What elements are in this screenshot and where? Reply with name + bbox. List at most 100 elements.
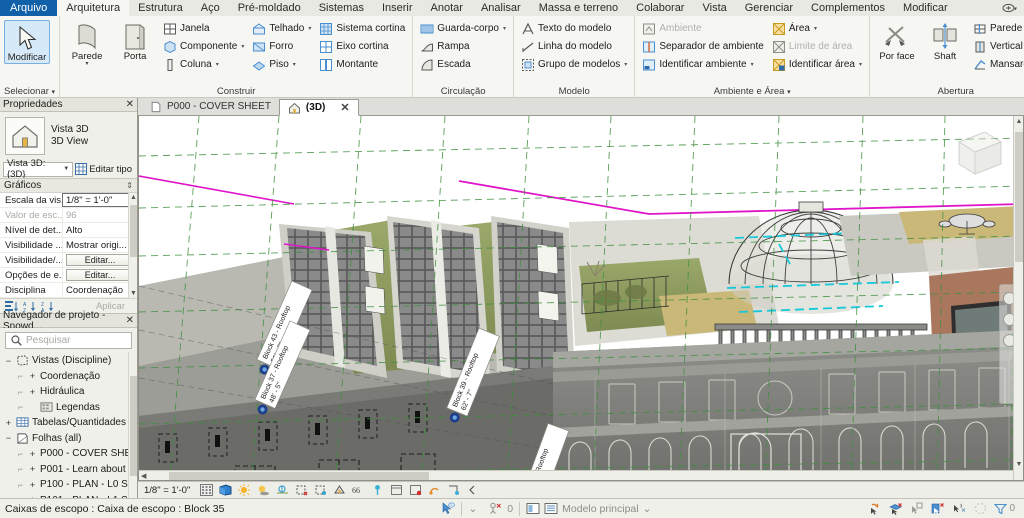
shadows-icon[interactable]	[256, 483, 270, 497]
property-edit-button[interactable]: Editar...	[66, 269, 134, 281]
button-piso[interactable]: Piso ▾	[249, 56, 314, 73]
button-modificar[interactable]: Modificar	[4, 20, 50, 64]
property-value-cell[interactable]: Editar...	[62, 268, 137, 282]
canvas-horizontal-scrollbar[interactable]: ◀	[139, 470, 1013, 480]
select-by-face-icon[interactable]	[931, 502, 945, 516]
drag-elements-icon[interactable]	[952, 502, 966, 516]
chevron-down-icon[interactable]: ▾	[503, 25, 506, 32]
ribbon-tab-anotar[interactable]: Anotar	[422, 0, 472, 16]
main-model-icon[interactable]	[526, 502, 540, 516]
edit-type-button[interactable]: Editar tipo	[75, 163, 134, 175]
chevron-down-icon[interactable]: ▾	[859, 61, 862, 68]
tree-twisty[interactable]: +	[28, 387, 37, 397]
button-montante[interactable]: Montante	[316, 56, 408, 73]
button-sistema-cortina[interactable]: Sistema cortina	[316, 20, 408, 37]
select-pinned-icon[interactable]	[910, 502, 924, 516]
button-guarda-corpo[interactable]: Guarda-corpo ▾	[417, 20, 509, 37]
select-underlay-icon[interactable]	[889, 502, 903, 516]
status-dropdown-caret[interactable]: ⌄	[462, 499, 483, 518]
ribbon-tab-analisar[interactable]: Analisar	[472, 0, 530, 16]
horizontal-scroll-thumb[interactable]	[169, 472, 429, 480]
project-browser-scroll-thumb[interactable]	[130, 376, 137, 476]
tree-item[interactable]: − Folhas (all)	[0, 431, 137, 447]
chevron-down-icon[interactable]: ▾	[293, 61, 296, 68]
press-drag-icon[interactable]	[441, 502, 456, 516]
sun-path-icon[interactable]	[237, 483, 251, 497]
tree-item[interactable]: ⌐ + Hidráulica	[0, 384, 137, 400]
button-vertical[interactable]: Vertical	[970, 38, 1024, 55]
ribbon-tab-sistemas[interactable]: Sistemas	[310, 0, 373, 16]
button-componente[interactable]: Componente ▾	[160, 38, 247, 55]
workset-icon[interactable]	[544, 502, 558, 516]
ribbon-tab-gerenciar[interactable]: Gerenciar	[736, 0, 802, 16]
ribbon-tab-massa-e-terreno[interactable]: Massa e terreno	[530, 0, 627, 16]
drawing-canvas[interactable]: Block 43 - Rooftop51' - 3"Block 37 - Roo…	[138, 116, 1024, 481]
ribbon-tab-inserir[interactable]: Inserir	[373, 0, 422, 16]
view-tab-p000-cover-sheet[interactable]: P000 - COVER SHEET	[142, 98, 279, 115]
button-rampa[interactable]: Rampa	[417, 38, 509, 55]
render-dialog-icon[interactable]	[275, 483, 289, 497]
chevron-down-icon[interactable]: ▾	[814, 25, 817, 32]
search-box[interactable]	[5, 332, 132, 349]
property-value-cell[interactable]: Mostrar origi...	[62, 238, 137, 252]
button-identificar-rea[interactable]: Identificar área ▾	[769, 56, 865, 73]
button-shaft[interactable]: Shaft	[922, 20, 968, 62]
chevron-down-icon[interactable]: ▾	[52, 89, 56, 96]
button-forro[interactable]: Forro	[249, 38, 314, 55]
tree-twisty[interactable]: +	[28, 449, 37, 459]
button-grupo-de-modelos[interactable]: Grupo de modelos ▾	[518, 56, 630, 73]
scroll-left-icon[interactable]: ◀	[141, 472, 146, 480]
help-dropdown-icon[interactable]: ▾	[1002, 3, 1018, 13]
chevron-down-icon[interactable]: ▾	[624, 61, 627, 68]
canvas-vertical-scrollbar[interactable]: ▲ ▼	[1013, 116, 1023, 480]
chevron-down-icon[interactable]: ▾	[751, 61, 754, 68]
reveal-hidden-icon[interactable]	[370, 483, 384, 497]
ribbon-tab-arquitetura[interactable]: Arquitetura	[57, 0, 130, 16]
button-parede[interactable]: Parede ▾	[64, 20, 110, 67]
scroll-up-icon[interactable]: ▲	[1015, 118, 1023, 125]
chevron-down-icon[interactable]: ▾	[787, 89, 791, 96]
close-icon[interactable]: ✕	[340, 101, 349, 114]
detail-level-icon[interactable]	[199, 483, 213, 497]
ribbon-tab-modificar[interactable]: Modificar	[894, 0, 957, 16]
scroll-up-icon[interactable]: ▲	[130, 194, 137, 201]
scroll-down-icon[interactable]: ▼	[1015, 461, 1023, 468]
select-links-icon[interactable]	[868, 502, 882, 516]
tree-item[interactable]: ⌐ + P000 - COVER SHEET	[0, 446, 137, 462]
property-value-cell[interactable]: Editar...	[62, 253, 137, 267]
button-porta[interactable]: Porta	[112, 20, 158, 62]
close-icon[interactable]: ✕	[126, 315, 134, 326]
tree-item[interactable]: + Tabelas/Quantidades (all)	[0, 415, 137, 431]
button-separador-de-ambiente[interactable]: Separador de ambiente	[639, 38, 767, 55]
ribbon-tab-arquivo[interactable]: Arquivo	[0, 0, 58, 16]
tree-twisty[interactable]: −	[4, 356, 13, 366]
button--rea[interactable]: Área ▾	[769, 20, 865, 37]
scroll-down-icon[interactable]: ▼	[130, 290, 137, 297]
property-value[interactable]: 1/8" = 1'-0"	[66, 195, 112, 206]
button-eixo-cortina[interactable]: Eixo cortina	[316, 38, 408, 55]
view-cube[interactable]	[945, 122, 1007, 184]
search-input[interactable]	[26, 335, 126, 346]
workset-label[interactable]: Modelo principal	[562, 503, 638, 515]
ribbon-tab-pr-moldado[interactable]: Pré-moldado	[229, 0, 310, 16]
property-value[interactable]: Coordenação	[66, 285, 123, 296]
chevron-down-icon[interactable]: ▾	[86, 61, 89, 67]
button-texto-do-modelo[interactable]: Texto do modelo	[518, 20, 630, 37]
tree-item[interactable]: ⌐ + Coordenação	[0, 369, 137, 385]
tree-item[interactable]: ⌐ +P001 - Learn about this pro	[0, 462, 137, 478]
chevron-down-icon[interactable]: ▾	[216, 61, 219, 68]
properties-scroll-thumb[interactable]	[130, 205, 137, 257]
chevron-down-icon[interactable]: ▾	[308, 25, 311, 32]
vertical-scroll-thumb[interactable]	[1015, 132, 1023, 262]
ribbon-tab-complementos[interactable]: Complementos	[802, 0, 894, 16]
3d-model-scene[interactable]: Block 43 - Rooftop51' - 3"Block 37 - Roo…	[139, 116, 1023, 481]
tree-item[interactable]: ⌐ +P100 - PLAN - L0 SANITAR	[0, 477, 137, 493]
constraints-icon[interactable]	[427, 483, 441, 497]
properties-scrollbar[interactable]: ▲ ▼	[128, 193, 137, 298]
button-por-face[interactable]: Por face	[874, 20, 920, 62]
button-parede[interactable]: Parede	[970, 20, 1024, 37]
ribbon-tab-colaborar[interactable]: Colaborar	[627, 0, 693, 16]
type-selector[interactable]: Vista 3D: {3D} ▼	[3, 158, 74, 180]
tree-item[interactable]: ⌐ Legendas	[0, 400, 137, 416]
show-crop-icon[interactable]	[313, 483, 327, 497]
